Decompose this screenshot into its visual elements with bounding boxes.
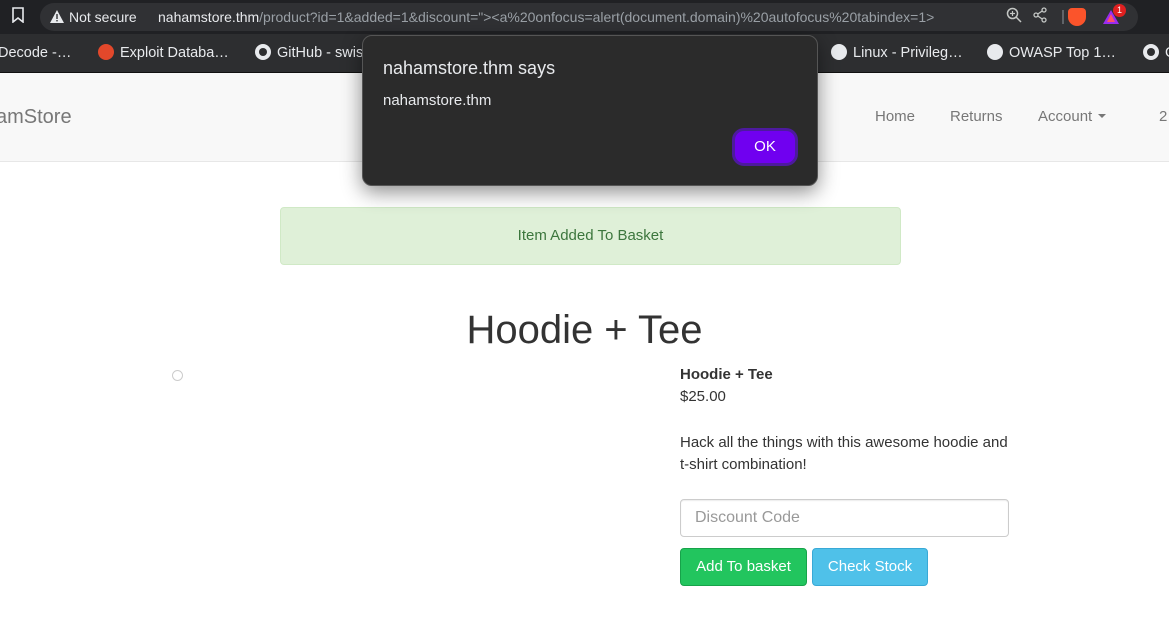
check-stock-button[interactable]: Check Stock [812,548,928,586]
address-bar[interactable]: Not secure nahamstore.thm/product?id=1&a… [40,3,1138,31]
divider [1062,10,1064,24]
dialog-title: nahamstore.thm says [383,58,556,78]
security-indicator[interactable]: Not secure [50,9,137,25]
ok-button[interactable]: OK [732,128,798,166]
product-image [172,370,183,381]
bookmark-item[interactable]: Linux - Privileg… [831,44,963,62]
alert-dialog: nahamstore.thm says nahamstore.thm OK [362,35,818,186]
site-brand[interactable]: amStore [0,106,72,129]
browser-toolbar: Not secure nahamstore.thm/product?id=1&a… [0,0,1169,34]
bookmark-item[interactable]: OWASP Top 1… [987,44,1116,62]
bookmark-item[interactable]: G [1143,44,1169,62]
bug-icon [98,44,114,60]
bookmark-label: Linux - Privileg… [853,45,963,61]
caret-down-icon [1098,114,1107,118]
product-price: $25.00 [680,388,726,405]
nav-home[interactable]: Home [875,108,915,125]
bookmark-label: Decode -… [0,45,72,61]
bookmark-item[interactable]: Decode -… [0,44,71,62]
bookmark-item[interactable]: Exploit Databa… [98,44,229,62]
bookmark-label: OWASP Top 1… [1009,45,1116,61]
zoom-icon[interactable] [1004,7,1024,27]
page-title: Hoodie + Tee [466,308,703,352]
bookmark-label: G [1165,45,1169,61]
bookmark-label: Exploit Databa… [120,45,229,61]
security-label: Not secure [69,9,137,25]
brave-rewards-icon[interactable]: 1 [1102,4,1126,26]
bookmark-item[interactable]: GitHub - swis [255,44,363,62]
product-description: Hack all the things with this awesome ho… [680,434,1008,473]
github-icon [1143,44,1159,60]
discount-code-input[interactable] [680,499,1009,537]
url-host: nahamstore.thm [158,9,260,25]
success-alert: Item Added To Basket [280,207,901,265]
url-path: /product?id=1&added=1&discount="><a%20on… [259,9,935,25]
warning-icon [50,10,64,23]
product-name: Hoodie + Tee [680,366,773,383]
tryhackme-icon [831,44,847,60]
brave-shields-icon[interactable] [1068,8,1086,26]
rewards-badge: 1 [1113,4,1126,17]
url-text[interactable]: nahamstore.thm/product?id=1&added=1&disc… [158,9,934,25]
tryhackme-icon [987,44,1003,60]
share-icon[interactable] [1030,7,1050,27]
github-icon [255,44,271,60]
add-to-basket-button[interactable]: Add To basket [680,548,807,586]
cart-count[interactable]: 2 [1159,108,1167,125]
dialog-message: nahamstore.thm [383,92,492,109]
nav-returns[interactable]: Returns [950,108,1003,125]
nav-account-label: Account [1038,108,1093,125]
bookmark-icon[interactable] [8,7,28,27]
bookmark-label: GitHub - swis [277,45,364,61]
nav-account[interactable]: Account [1038,108,1107,125]
